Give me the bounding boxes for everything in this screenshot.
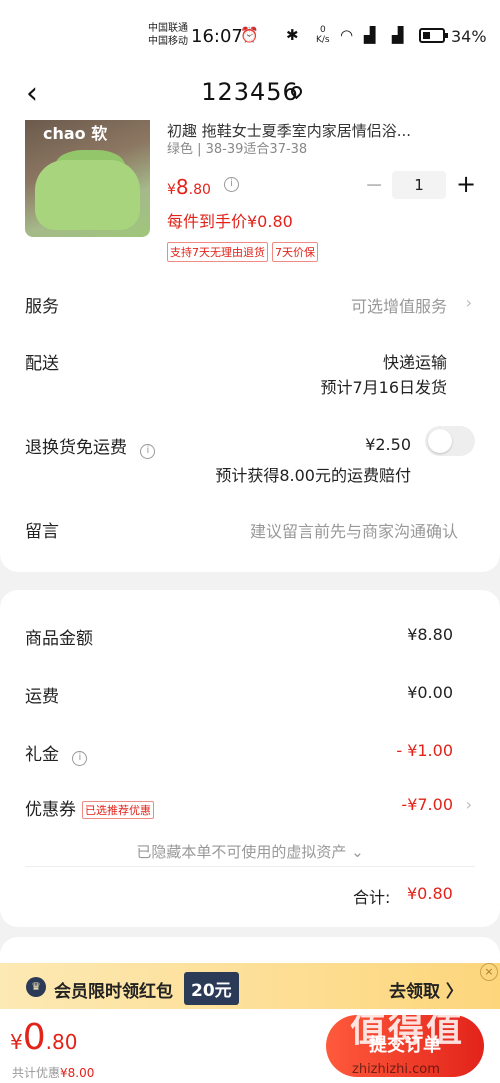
signal-icon-1: ▟ [364, 26, 376, 44]
delivery-method[interactable]: 快递运输 [383, 349, 447, 373]
message-input[interactable]: 建议留言前先与商家沟通确认 [250, 518, 458, 542]
delivery-eta: 预计7月16日发货 [320, 378, 447, 397]
promo-amount: 20元 [184, 972, 239, 1005]
product-image[interactable]: chao 软 [25, 120, 150, 237]
service-label: 服务 [25, 297, 59, 317]
status-bar: 中国联通 中国移动 16:07 ⏰ ✱ 0 K/s ◠ ▟ ▟ 34% [0, 0, 500, 70]
total-decimal: .80 [45, 1030, 78, 1054]
network-speed: 0 K/s [316, 25, 330, 45]
total-value: ¥0.80 [407, 884, 453, 903]
total-currency: ¥ [10, 1030, 23, 1054]
coupon-tag: 已选推荐优惠 [82, 801, 154, 819]
watermark-logo: 值得值 [350, 1009, 465, 1050]
discount-prefix: 共计优惠 [12, 1066, 61, 1080]
total-integer: 0 [22, 1017, 46, 1058]
coupon-label: 优惠券 已选推荐优惠 [25, 795, 154, 820]
hidden-assets-toggle[interactable]: 已隐藏本单不可使用的虚拟资产 ⌄ [0, 841, 500, 862]
bluetooth-icon: ✱ [286, 26, 299, 44]
carrier-2: 中国移动 [148, 36, 188, 47]
return-note: 预计获得8.00元的运费赔付 [215, 466, 411, 485]
speed-unit: K/s [316, 35, 330, 45]
quantity-increase-button[interactable]: + [456, 170, 476, 198]
close-icon[interactable]: × [480, 963, 498, 981]
wifi-icon: ◠ [340, 26, 354, 44]
coupon-label-text: 优惠券 [25, 800, 76, 820]
price-integer: 8 [175, 175, 189, 199]
summary-divider [25, 866, 475, 867]
return-price: ¥2.50 [365, 435, 411, 454]
carrier-1: 中国联通 [148, 23, 188, 34]
promo-claim-button[interactable]: 去领取 〉 [389, 977, 463, 1002]
shipping-value: ¥0.00 [407, 683, 453, 702]
alarm-icon: ⏰ [240, 26, 259, 44]
delivery-label: 配送 [25, 354, 59, 374]
gift-value: - ¥1.00 [396, 741, 453, 760]
return-insurance-toggle[interactable] [425, 426, 475, 456]
crown-icon: ♛ [26, 977, 46, 997]
signal-icon-2: ▟ [392, 26, 404, 44]
tag-price-protect: 7天价保 [272, 242, 318, 262]
gift-label-text: 礼金 [25, 745, 59, 765]
carrier-labels: 中国联通 中国移动 [148, 22, 188, 48]
return-label: 退换货免运费 i [25, 433, 156, 459]
price-summary-card: 商品金额 ¥8.80 运费 ¥0.00 礼金 i - ¥1.00 优惠券 已选推荐… [0, 590, 500, 927]
battery-icon [419, 28, 448, 43]
message-label: 留言 [25, 522, 59, 542]
battery-percent: 34% [451, 27, 487, 46]
service-chevron-icon[interactable]: › [466, 293, 472, 312]
product-price: ¥8.80 [167, 175, 211, 199]
status-time: 16:07 [191, 26, 243, 47]
discount-note: 共计优惠¥8.00 [12, 1064, 94, 1081]
promo-text: 会员限时领红包 [54, 982, 173, 1002]
discount-value: ¥8.00 [60, 1066, 95, 1080]
goods-amount-label: 商品金额 [25, 629, 93, 649]
shipping-label: 运费 [25, 687, 59, 707]
product-tags: 支持7天无理由退货 7天价保 [167, 241, 322, 262]
per-item-price: 每件到手价¥0.80 [167, 212, 293, 231]
quantity-decrease-button[interactable]: − [365, 173, 383, 198]
price-info-icon[interactable]: i [224, 177, 239, 192]
return-info-icon[interactable]: i [140, 444, 156, 459]
price-decimal: .80 [188, 182, 211, 198]
speed-value: 0 [319, 25, 326, 35]
gift-info-icon[interactable]: i [72, 751, 88, 766]
page-title: 123456 [201, 78, 299, 106]
coupon-chevron-icon[interactable]: › [466, 795, 472, 814]
nav-bar: ‹ 123456 [0, 70, 500, 120]
product-image-brand: chao 软 [43, 124, 108, 143]
gift-label: 礼金 i [25, 740, 88, 766]
total-label: 合计: [353, 888, 391, 907]
tag-return: 支持7天无理由退货 [167, 242, 268, 262]
watermark-url: zhizhizhi.com [352, 1062, 440, 1077]
checkout-total: ¥0.80 [10, 1017, 77, 1058]
order-card: chao 软 初趣 拖鞋女士夏季室内家居情侣浴... 绿色 | 38-39适合3… [0, 120, 500, 572]
price-currency: ¥ [167, 182, 176, 198]
product-spec[interactable]: 绿色 | 38-39适合37-38 [167, 138, 307, 157]
quantity-input[interactable]: 1 [392, 171, 446, 199]
coupon-value[interactable]: -¥7.00 [401, 795, 453, 814]
goods-amount-value: ¥8.80 [407, 625, 453, 644]
return-label-text: 退换货免运费 [25, 438, 127, 458]
service-value[interactable]: 可选增值服务 [351, 293, 447, 317]
